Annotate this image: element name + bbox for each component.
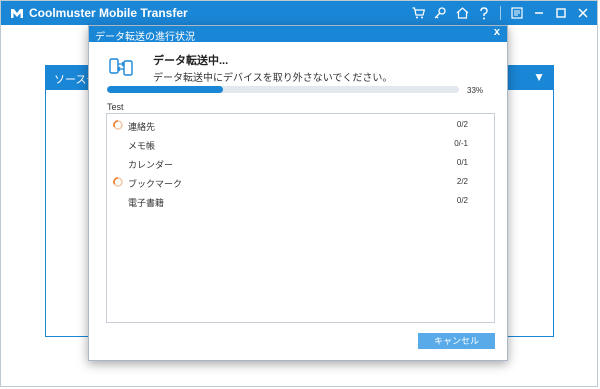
- list-item-name: 連絡先: [128, 122, 156, 132]
- list-item-name: 電子書籍: [128, 198, 165, 208]
- transfer-status-title: データ転送中...: [153, 55, 229, 67]
- list-item-name: メモ帳: [128, 141, 156, 151]
- home-icon[interactable]: [454, 4, 470, 22]
- cancel-button[interactable]: キャンセル: [418, 333, 495, 349]
- list-item: カレンダー 0/1: [107, 155, 494, 173]
- transfer-progress-dialog: データ転送の進行状況 x データ転送中... データ転送中にデバイスを取り外さな…: [88, 25, 508, 361]
- triangle-down-icon[interactable]: ▼: [533, 70, 545, 84]
- title-bar-controls: [410, 4, 591, 22]
- separator: [500, 6, 501, 20]
- app-logo-icon: [11, 9, 23, 18]
- dialog-title-bar: データ転送の進行状況 x: [89, 26, 507, 43]
- list-item: 連絡先 0/2: [107, 117, 494, 135]
- help-icon[interactable]: [476, 4, 492, 22]
- progress-percent: 33%: [467, 86, 484, 95]
- close-icon[interactable]: [575, 4, 591, 22]
- feedback-icon[interactable]: [509, 4, 525, 22]
- list-item-count: 0/-1: [454, 139, 468, 148]
- transfer-status-subtitle: データ転送中にデバイスを取り外さないでください。: [153, 73, 393, 84]
- dialog-title: データ転送の進行状況: [95, 32, 195, 43]
- cart-icon[interactable]: [410, 4, 426, 22]
- list-item-count: 0/2: [456, 120, 468, 129]
- phone-transfer-icon: [109, 58, 133, 76]
- list-item-count: 2/2: [456, 177, 468, 186]
- list-item-count: 0/2: [456, 196, 468, 205]
- title-bar: Coolmuster Mobile Transfer: [1, 1, 597, 25]
- device-name-label: Test: [107, 102, 124, 112]
- list-item: 電子書籍 0/2: [107, 193, 494, 211]
- list-item-name: ブックマーク: [128, 179, 183, 189]
- transfer-item-list: 連絡先 0/2 メモ帳 0/-1 カレンダー 0/1 ブックマーク 2/2 電子書籍 0/2: [106, 113, 495, 323]
- transfer-progress-bar: [107, 86, 459, 93]
- loading-spinner-icon: [113, 120, 123, 130]
- loading-spinner-icon: [113, 177, 123, 187]
- list-item: ブックマーク 2/2: [107, 174, 494, 192]
- list-item: メモ帳 0/-1: [107, 136, 494, 154]
- minimize-icon[interactable]: [531, 4, 547, 22]
- maximize-icon[interactable]: [553, 4, 569, 22]
- list-item-count: 0/1: [456, 158, 468, 167]
- list-item-name: カレンダー: [128, 160, 174, 170]
- progress-fill: [107, 86, 224, 93]
- app-title: Coolmuster Mobile Transfer: [29, 6, 188, 20]
- key-icon[interactable]: [432, 4, 448, 22]
- dialog-close-button[interactable]: x: [494, 26, 500, 38]
